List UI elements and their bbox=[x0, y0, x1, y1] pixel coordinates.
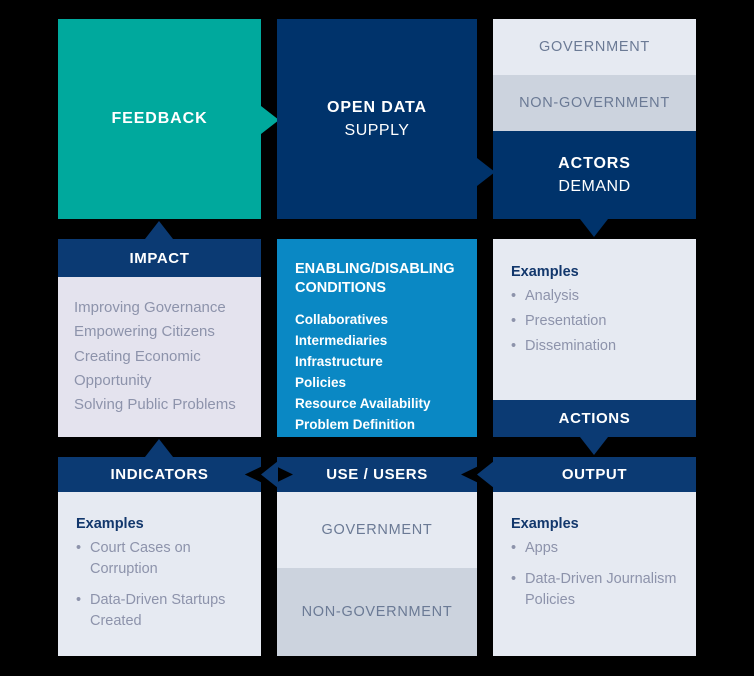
open-data-subtitle: SUPPLY bbox=[344, 122, 410, 139]
indicators-body: Examples Court Cases on Corruption Data-… bbox=[58, 492, 261, 656]
open-data-box: OPEN DATA SUPPLY bbox=[277, 19, 477, 219]
feedback-box: FEEDBACK bbox=[58, 19, 261, 219]
feedback-label: FEEDBACK bbox=[111, 110, 208, 128]
use-users-band-government: GOVERNMENT bbox=[277, 492, 477, 568]
open-data-text: OPEN DATA SUPPLY bbox=[327, 96, 427, 142]
use-users-band-non-government: NON-GOVERNMENT bbox=[277, 568, 477, 656]
conditions-item: Infrastructure bbox=[295, 353, 383, 369]
conditions-item: Collaboratives bbox=[295, 312, 389, 328]
conditions-item: Intermediaries bbox=[295, 333, 388, 349]
impact-item: Empowering Citizens bbox=[74, 323, 215, 341]
actions-example-item: Analysis bbox=[511, 286, 678, 307]
actions-examples-body: Examples Analysis Presentation Dissemina… bbox=[493, 239, 696, 400]
actions-to-output-arrow-icon bbox=[580, 437, 608, 455]
indicators-example-item: Data-Driven Startups Created bbox=[76, 590, 243, 632]
impact-body: Improving Governance Empowering Citizens… bbox=[58, 277, 261, 437]
actors-title: ACTORS bbox=[558, 154, 631, 172]
actions-examples-list: Analysis Presentation Dissemination bbox=[511, 286, 678, 357]
enabling-disabling-conditions-box: ENABLING/DISABLING CONDITIONS Collaborat… bbox=[277, 239, 477, 437]
output-to-useusers-arrow-icon bbox=[477, 461, 494, 488]
actions-example-item: Dissemination bbox=[511, 336, 678, 357]
indicators-examples-list: Court Cases on Corruption Data-Driven St… bbox=[76, 538, 243, 632]
actions-examples-title: Examples bbox=[511, 264, 579, 280]
indicators-example-item: Court Cases on Corruption bbox=[76, 538, 243, 580]
actions-example-item: Presentation bbox=[511, 311, 678, 332]
impact-item: Solving Public Problems bbox=[74, 396, 236, 414]
impact-item: Creating Economic bbox=[74, 347, 201, 365]
actors-band-government-label: GOVERNMENT bbox=[539, 38, 650, 55]
impact-list: Improving Governance Empowering Citizens… bbox=[74, 296, 245, 417]
use-users-band-government-label: GOVERNMENT bbox=[321, 521, 433, 538]
conditions-list: Collaboratives Intermediaries Infrastruc… bbox=[295, 310, 459, 436]
actors-band-non-government: NON-GOVERNMENT bbox=[493, 75, 696, 131]
impact-header: IMPACT bbox=[58, 239, 261, 277]
indicators-to-impact-arrow-icon bbox=[145, 439, 173, 457]
use-users-header-label: USE / USERS bbox=[326, 466, 428, 483]
conditions-item: Problem Definition bbox=[295, 416, 416, 432]
output-body: Examples Apps Data-Driven Journalism Pol… bbox=[493, 492, 696, 656]
actors-band-non-government-label: NON-GOVERNMENT bbox=[519, 94, 670, 111]
output-examples-title: Examples bbox=[511, 516, 579, 532]
impact-item: Improving Governance bbox=[74, 299, 226, 316]
actors-text: ACTORS DEMAND bbox=[558, 152, 631, 198]
impact-item: Opportunity bbox=[74, 371, 152, 389]
impact-header-label: IMPACT bbox=[129, 249, 190, 267]
output-header-label: OUTPUT bbox=[561, 466, 628, 483]
actors-to-actions-arrow-icon bbox=[580, 219, 608, 237]
use-users-band-non-government-label: NON-GOVERNMENT bbox=[301, 603, 453, 620]
conditions-item: Resource Availability bbox=[295, 395, 431, 411]
impact-to-feedback-arrow-icon bbox=[145, 221, 173, 239]
actions-header: ACTIONS bbox=[493, 400, 696, 437]
actors-box: ACTORS DEMAND bbox=[493, 131, 696, 219]
indicators-header-label: INDICATORS bbox=[110, 466, 209, 483]
output-example-item: Apps bbox=[511, 538, 678, 559]
output-example-item: Data-Driven Journalism Policies bbox=[511, 569, 678, 611]
open-data-cycle-diagram: FEEDBACK OPEN DATA SUPPLY GOVERNMENT NON… bbox=[0, 0, 754, 676]
actors-subtitle: DEMAND bbox=[558, 178, 631, 195]
conditions-item: Policies bbox=[295, 374, 347, 390]
output-examples-list: Apps Data-Driven Journalism Policies bbox=[511, 538, 678, 611]
open-data-title: OPEN DATA bbox=[327, 98, 427, 116]
useusers-to-indicators-arrow-icon bbox=[261, 461, 278, 488]
conditions-title: ENABLING/DISABLING CONDITIONS bbox=[295, 261, 455, 296]
use-users-header: USE / USERS bbox=[277, 457, 477, 492]
indicators-examples-title: Examples bbox=[76, 516, 144, 532]
actors-band-government: GOVERNMENT bbox=[493, 19, 696, 75]
output-header: OUTPUT bbox=[493, 457, 696, 492]
actions-header-label: ACTIONS bbox=[558, 410, 631, 427]
indicators-header: INDICATORS bbox=[58, 457, 261, 492]
